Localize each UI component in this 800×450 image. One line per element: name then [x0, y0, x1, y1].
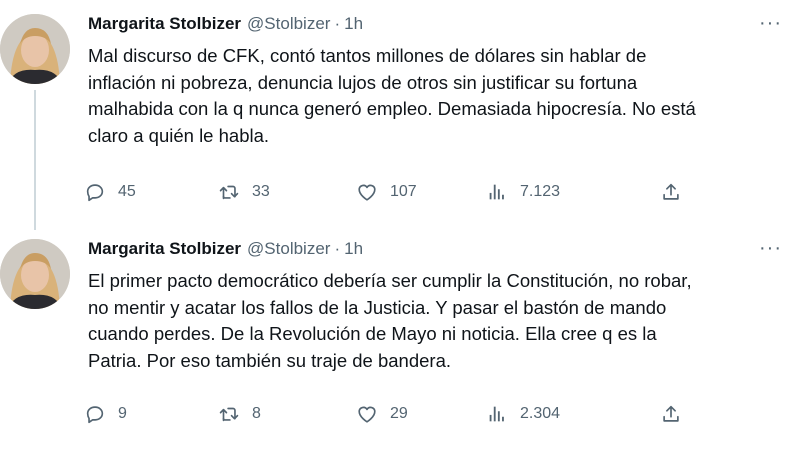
reply-button[interactable]: 45 [84, 178, 136, 206]
author-name[interactable]: Margarita Stolbizer [88, 14, 241, 33]
like-count: 107 [390, 183, 417, 200]
retweet-count: 8 [252, 405, 261, 422]
share-button[interactable] [660, 178, 682, 206]
like-icon [356, 403, 378, 425]
avatar[interactable] [0, 239, 70, 309]
reply-button[interactable]: 9 [84, 400, 127, 428]
tweet[interactable]: Margarita Stolbizer @Stolbizer · 1h ··· El … [0, 225, 800, 450]
views-button[interactable]: 2.304 [486, 400, 560, 428]
reply-icon [84, 181, 106, 203]
like-icon [356, 181, 378, 203]
retweet-count: 33 [252, 183, 270, 200]
tweet-text: Mal discurso de CFK, contó tantos millon… [88, 45, 696, 146]
views-button[interactable]: 7.123 [486, 178, 560, 206]
more-icon[interactable]: ··· [759, 12, 782, 35]
separator: · [334, 239, 341, 258]
share-icon [660, 403, 682, 425]
author-name[interactable]: Margarita Stolbizer [88, 239, 241, 258]
retweet-icon [218, 403, 240, 425]
separator: · [334, 14, 341, 33]
reply-count: 9 [118, 405, 127, 422]
author-handle[interactable]: @Stolbizer [247, 239, 330, 258]
retweet-button[interactable]: 8 [218, 400, 261, 428]
tweet-actions: 45 33 107 7.123 [84, 178, 784, 206]
thread-line [34, 90, 36, 230]
like-count: 29 [390, 405, 408, 422]
views-icon [486, 181, 508, 203]
reply-count: 45 [118, 183, 136, 200]
share-button[interactable] [660, 400, 682, 428]
like-button[interactable]: 29 [356, 400, 408, 428]
author-handle[interactable]: @Stolbizer [247, 14, 330, 33]
tweet-time[interactable]: 1h [344, 14, 363, 33]
tweet-header: Margarita Stolbizer @Stolbizer · 1h [88, 239, 800, 265]
retweet-button[interactable]: 33 [218, 178, 270, 206]
views-icon [486, 403, 508, 425]
more-icon[interactable]: ··· [759, 237, 782, 260]
tweet-text: El primer pacto democrático debería ser … [88, 270, 692, 371]
like-button[interactable]: 107 [356, 178, 417, 206]
tweet-header: Margarita Stolbizer @Stolbizer · 1h [88, 14, 800, 40]
reply-icon [84, 403, 106, 425]
share-icon [660, 181, 682, 203]
tweet[interactable]: Margarita Stolbizer @Stolbizer · 1h ··· Mal… [0, 0, 800, 230]
views-count: 7.123 [520, 183, 561, 200]
views-count: 2.304 [520, 405, 561, 422]
avatar[interactable] [0, 14, 70, 84]
retweet-icon [218, 181, 240, 203]
tweet-time[interactable]: 1h [344, 239, 363, 258]
tweet-actions: 9 8 29 2.304 [84, 400, 784, 428]
